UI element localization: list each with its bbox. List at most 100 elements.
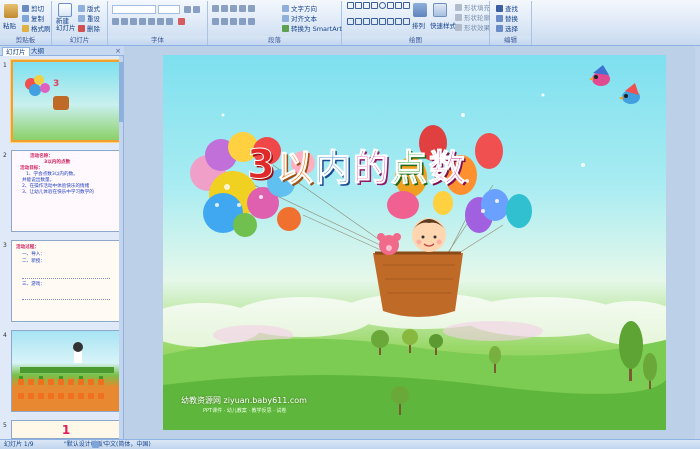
slide-thumbnail-2[interactable]: 活动名称： 3以内的点数 活动目标： 1、学会点数3以内的数。 并能说出数量。 …: [11, 150, 121, 232]
replace-button[interactable]: 替换: [496, 13, 518, 23]
arrange-button[interactable]: 排列: [412, 20, 425, 30]
bold-icon[interactable]: [112, 18, 119, 25]
shape-rect-icon[interactable]: [371, 2, 378, 9]
align-text-icon: [282, 14, 289, 22]
align-right-icon[interactable]: [230, 18, 237, 25]
title-char-5: 点: [390, 148, 427, 190]
shape-brace-icon[interactable]: [347, 17, 354, 25]
slides-group-label: 幻灯片: [52, 36, 107, 45]
thumb-digit: 1: [61, 423, 71, 437]
select-button[interactable]: 选择: [496, 23, 518, 33]
paste-button[interactable]: 粘贴: [3, 20, 16, 30]
justify-icon[interactable]: [239, 18, 246, 25]
shape-effects-button[interactable]: 形状效果: [455, 22, 490, 32]
shape-callout-icon[interactable]: [371, 17, 378, 25]
case-icon[interactable]: [166, 18, 173, 25]
shapes-gallery[interactable]: [347, 2, 410, 32]
format-painter-label: 格式刷: [31, 25, 51, 33]
slides-panel: 幻灯片 大纲 × 1 3 2 活动名称： 3以内的点数 活动目标： 1、学会点数…: [0, 46, 124, 439]
editing-group: 查找 替换 选择 编辑: [490, 1, 532, 45]
shape-outline-button[interactable]: 形状轮廓: [455, 12, 490, 22]
new-slide-button[interactable]: 新建 幻灯片: [56, 18, 76, 32]
quick-styles-button[interactable]: 快速样式: [430, 20, 456, 30]
slide-thumbnail-1[interactable]: 3: [11, 60, 121, 142]
reset-button[interactable]: 重设: [78, 13, 100, 23]
bullets-icon[interactable]: [212, 5, 219, 12]
panel-scroll-thumb[interactable]: [119, 62, 123, 122]
shape-arrow-icon[interactable]: [363, 2, 370, 9]
increase-indent-icon[interactable]: [239, 5, 246, 12]
format-painter-button[interactable]: 格式刷: [22, 23, 51, 33]
numbering-icon[interactable]: [221, 5, 228, 12]
reset-label: 重设: [87, 15, 100, 23]
line-spacing-icon[interactable]: [248, 5, 255, 12]
reset-icon: [78, 14, 85, 22]
paste-icon[interactable]: [4, 4, 18, 18]
panel-scrollbar[interactable]: [119, 56, 123, 439]
layout-button[interactable]: 版式: [78, 3, 100, 13]
new-slide-icon[interactable]: [58, 3, 72, 17]
align-left-icon[interactable]: [212, 18, 219, 25]
layout-icon: [78, 4, 85, 12]
thumb-number: 3: [3, 242, 7, 249]
quick-styles-icon[interactable]: [433, 3, 447, 17]
close-icon[interactable]: ×: [115, 47, 121, 55]
copy-icon: [22, 14, 29, 22]
font-color-icon[interactable]: [178, 18, 185, 25]
underline-icon[interactable]: [130, 18, 137, 25]
shape-line-icon[interactable]: [355, 2, 362, 9]
shape-text-box-icon[interactable]: [347, 2, 354, 9]
svg-text:3: 3: [53, 79, 59, 89]
language-indicator[interactable]: 中文(简体，中国): [104, 440, 151, 449]
editor-scrollbar[interactable]: [695, 46, 700, 439]
arrange-icon[interactable]: [413, 3, 427, 17]
shape-bracket-icon[interactable]: [379, 17, 386, 25]
shape-triangle-icon[interactable]: [387, 2, 394, 9]
shadow-icon[interactable]: [148, 18, 155, 25]
slide-thumbnail-4[interactable]: [11, 330, 121, 412]
align-center-icon[interactable]: [221, 18, 228, 25]
shape-free-icon[interactable]: [403, 2, 410, 9]
tab-slides[interactable]: 幻灯片: [2, 47, 30, 56]
paint-bucket-icon: [455, 3, 462, 11]
slide-thumbnail-3[interactable]: 活动过程： 一、导入： 二、新授： 三、游戏：: [11, 240, 121, 322]
text-direction-icon: [282, 4, 289, 12]
shape-star-icon[interactable]: [355, 17, 362, 25]
columns-icon[interactable]: [248, 18, 255, 25]
font-size-combo[interactable]: [158, 5, 180, 14]
text-direction-button[interactable]: 文字方向: [282, 3, 317, 13]
smartart-button[interactable]: 转换为 SmartArt: [282, 23, 342, 33]
thumb-text: 3、让幼儿体验在快乐中学习数学的: [22, 190, 94, 195]
shrink-font-icon[interactable]: [193, 6, 200, 13]
spellcheck-icon[interactable]: [92, 441, 99, 448]
copy-button[interactable]: 复制: [22, 13, 44, 23]
align-text-button[interactable]: 对齐文本: [282, 13, 317, 23]
shape-oval-icon[interactable]: [379, 2, 386, 9]
delete-slide-button[interactable]: 删除: [78, 23, 100, 33]
strikethrough-icon[interactable]: [139, 18, 146, 25]
grow-font-icon[interactable]: [184, 6, 191, 13]
title-char-3: 内: [314, 148, 351, 190]
shape-more-icon[interactable]: [403, 17, 410, 25]
cut-button[interactable]: 剪切: [22, 3, 44, 13]
slide-counter: 幻灯片 1/9: [4, 441, 34, 448]
decrease-indent-icon[interactable]: [230, 5, 237, 12]
slide-title[interactable]: 3 以 内 的 点 数: [247, 141, 577, 190]
text-direction-label: 文字方向: [291, 5, 317, 13]
shape-flowchart-icon[interactable]: [387, 17, 394, 25]
thumb-number: 5: [3, 422, 7, 429]
layout-label: 版式: [87, 5, 100, 13]
shape-block-arrow-icon[interactable]: [363, 17, 370, 25]
pen-icon: [455, 13, 462, 21]
shape-fill-button[interactable]: 形状填充: [455, 2, 490, 12]
font-name-combo[interactable]: [112, 5, 156, 14]
current-slide[interactable]: 3 以 内 的 点 数 幼教资源网 ziyuan.baby611.com PPT…: [163, 55, 666, 430]
tab-outline[interactable]: 大纲: [28, 47, 47, 56]
align-text-label: 对齐文本: [291, 15, 317, 23]
italic-icon[interactable]: [121, 18, 128, 25]
find-button[interactable]: 查找: [496, 3, 518, 13]
shape-heart-icon[interactable]: [395, 17, 402, 25]
shape-curve-icon[interactable]: [395, 2, 402, 9]
slide-thumbnail-5[interactable]: 1: [11, 420, 121, 439]
spacing-icon[interactable]: [157, 18, 164, 25]
